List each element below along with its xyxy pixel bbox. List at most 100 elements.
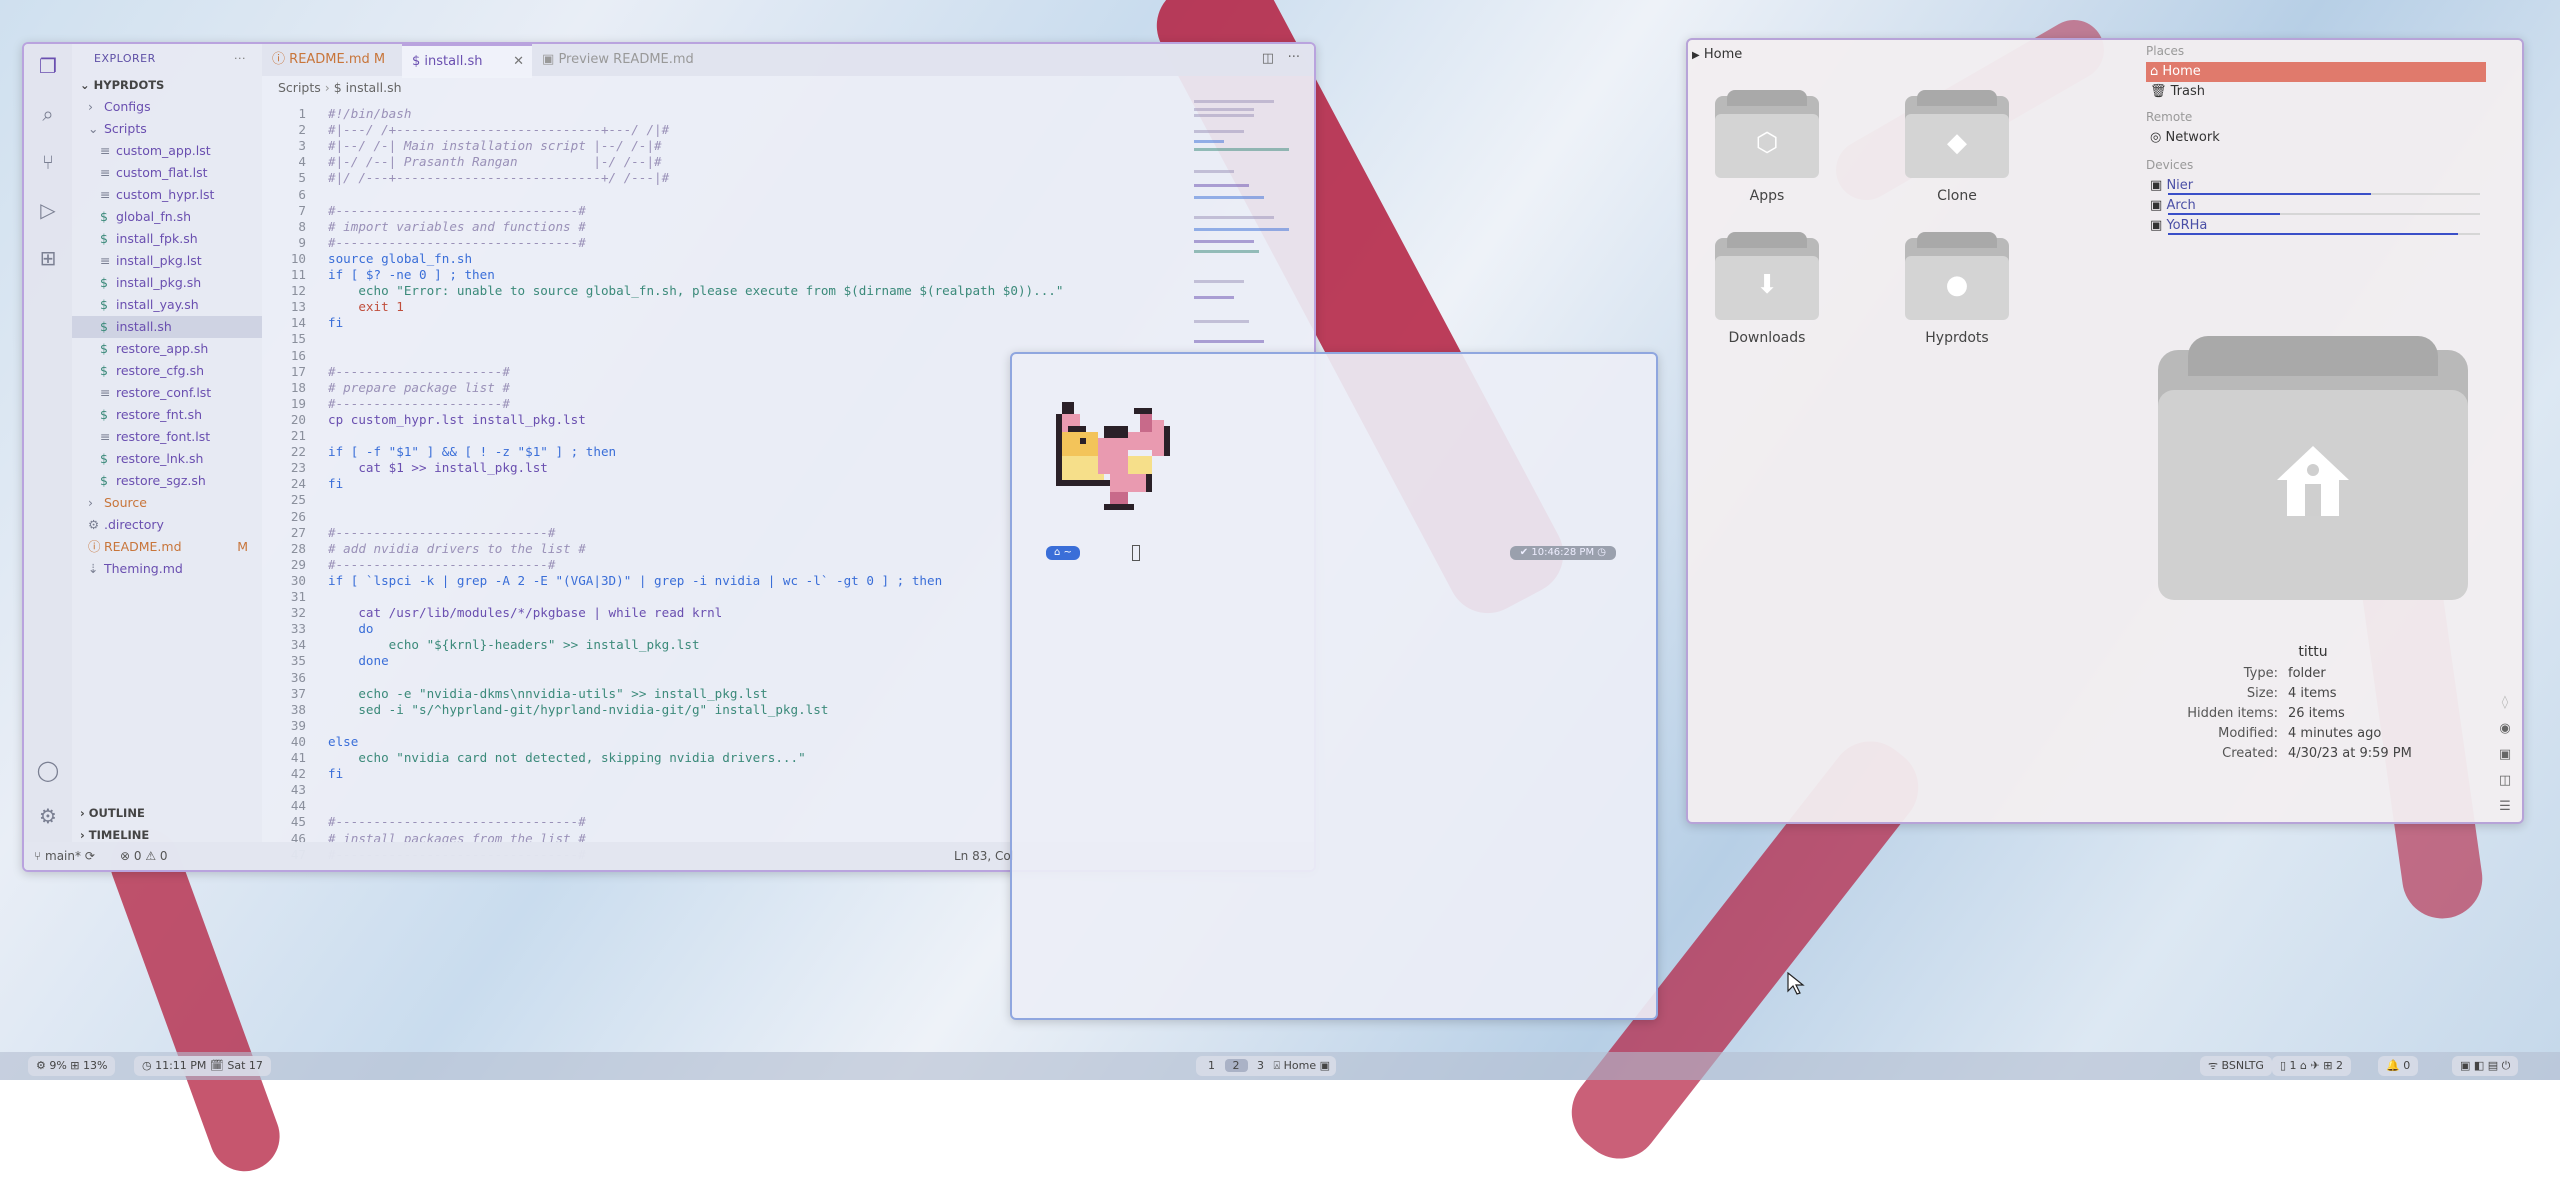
device-item[interactable]: ▣ Nier xyxy=(2146,176,2486,196)
tree-folder[interactable]: ⌄ Scripts xyxy=(72,118,262,140)
remote-item-network[interactable]: ◎ Network xyxy=(2146,128,2486,148)
clock-widget[interactable]: ◷ 11:11 PM 🗓 Sat 17 xyxy=(134,1056,271,1076)
tree-file[interactable]: $ install.sh xyxy=(72,316,262,338)
chevron-right-icon: › xyxy=(88,495,93,510)
tree-folder[interactable]: › Source xyxy=(72,492,262,514)
place-item-trash[interactable]: 🗑 Trash xyxy=(2146,82,2486,102)
folder-label: Downloads xyxy=(1728,330,1806,346)
split-view-icon[interactable]: ◫ xyxy=(2496,768,2514,794)
device-item[interactable]: ▣ Arch xyxy=(2146,196,2486,216)
bookmark-icon[interactable]: ◊ xyxy=(2496,690,2514,716)
folder-item[interactable]: ⬇ Downloads xyxy=(1712,232,1822,346)
tree-file[interactable]: ≡ custom_hypr.lst xyxy=(72,184,262,206)
folder-icon: ⬡ xyxy=(1715,90,1819,178)
more-actions-icon[interactable]: ··· xyxy=(234,44,246,74)
tree-file[interactable]: ≡ install_pkg.lst xyxy=(72,250,262,272)
new-folder-icon[interactable]: ▣ xyxy=(2496,742,2514,768)
info-label: Modified: xyxy=(2218,726,2278,741)
extensions-icon[interactable]: ⊞ xyxy=(36,246,60,270)
explorer-title: EXPLORER ··· xyxy=(72,44,262,74)
active-window-label[interactable]: ⍓ Home ▣ xyxy=(1274,1059,1330,1072)
tree-file[interactable]: $ restore_lnk.sh xyxy=(72,448,262,470)
outline-section[interactable]: › OUTLINE xyxy=(72,802,145,824)
explorer-icon[interactable]: ❐ xyxy=(36,54,60,78)
folder-item[interactable]: ● Hyprdots xyxy=(1902,232,2012,346)
problems-indicator[interactable]: ⊗ 0 ⚠ 0 xyxy=(120,842,168,870)
tab-preview-readme[interactable]: ▣ Preview README.md xyxy=(532,44,704,76)
tree-file[interactable]: $ install_yay.sh xyxy=(72,294,262,316)
code-line: #--------------------------------# xyxy=(328,202,586,218)
tree-file[interactable]: $ install_fpk.sh xyxy=(72,228,262,250)
list-view-icon[interactable]: ☰ xyxy=(2496,794,2514,820)
tree-file[interactable]: $ restore_sgz.sh xyxy=(72,470,262,492)
tree-file[interactable]: ⇣ Theming.md xyxy=(72,558,262,580)
code-line: exit 1 xyxy=(328,299,404,315)
tree-item-label: Source xyxy=(103,495,147,510)
network-widget[interactable]: ᯤ BSNLTG xyxy=(2200,1056,2272,1076)
tree-file[interactable]: ⚙ .directory xyxy=(72,514,262,536)
tree-item-label: restore_cfg.sh xyxy=(115,363,205,378)
tree-file[interactable]: ≡ restore_font.lst xyxy=(72,426,262,448)
terminal-window[interactable]: ⌂ ~ ✔ 10:46:28 PM ◷ xyxy=(1010,352,1658,1020)
run-debug-icon[interactable]: ▷ xyxy=(36,198,60,222)
code-line: #|/ /---+---------------------------+/ /… xyxy=(328,170,670,186)
workspace-3[interactable]: 3 xyxy=(1251,1059,1270,1072)
chevron-right-icon: › xyxy=(80,828,85,842)
tree-item-label: restore_fnt.sh xyxy=(115,407,203,422)
trash-icon: 🗑 xyxy=(2150,84,2167,99)
line-number: 18 xyxy=(290,379,306,395)
breadcrumb-item[interactable]: $ install.sh xyxy=(334,80,402,95)
cursor-position[interactable]: Ln 83, Col xyxy=(954,842,1014,870)
tree-file[interactable]: ≡ restore_conf.lst xyxy=(72,382,262,404)
tree-file[interactable]: $ restore_app.sh xyxy=(72,338,262,360)
source-control-icon[interactable]: ⑂ xyxy=(36,150,60,174)
folder-item[interactable]: ◆ Clone xyxy=(1902,90,2012,204)
info-value: 4 minutes ago xyxy=(2288,726,2382,741)
workspace-2[interactable]: 2 xyxy=(1224,1059,1248,1072)
list-file-icon: ≡ xyxy=(100,187,111,202)
tree-file[interactable]: $ global_fn.sh xyxy=(72,206,262,228)
tree-folder[interactable]: › Configs xyxy=(72,96,262,118)
close-icon[interactable]: ✕ xyxy=(513,46,524,78)
line-number: 36 xyxy=(290,669,306,685)
cpu-memory-widget[interactable]: ⚙ 9% ⊞ 13% xyxy=(28,1056,116,1076)
list-file-icon: ≡ xyxy=(100,429,111,444)
tree-file[interactable]: ⓘ README.md M xyxy=(72,536,262,558)
location-bar[interactable]: ▶ Home xyxy=(1692,44,1742,66)
tree-file[interactable]: $ restore_fnt.sh xyxy=(72,404,262,426)
code-line: #|---/ /+---------------------------+---… xyxy=(328,122,670,138)
tree-file[interactable]: $ install_pkg.sh xyxy=(72,272,262,294)
tree-file[interactable]: ≡ custom_flat.lst xyxy=(72,162,262,184)
line-number: 29 xyxy=(290,556,306,572)
info-label: Hidden items: xyxy=(2187,706,2278,721)
device-item[interactable]: ▣ YoRHa xyxy=(2146,216,2486,236)
tab-readme[interactable]: ⓘ README.md M xyxy=(262,44,395,76)
tree-file[interactable]: ≡ custom_app.lst xyxy=(72,140,262,162)
branch-indicator[interactable]: ⑂ main* ⟳ xyxy=(34,842,95,870)
folder-item[interactable]: ⬡ Apps xyxy=(1712,90,1822,204)
project-root[interactable]: ⌄ HYPRDOTS xyxy=(72,74,262,96)
line-number: 8 xyxy=(298,218,306,234)
power-menu[interactable]: ▣ ◧ ▤ ⏻ xyxy=(2452,1056,2519,1076)
place-item-home[interactable]: ⌂ Home xyxy=(2146,62,2486,82)
tree-file[interactable]: $ restore_cfg.sh xyxy=(72,360,262,382)
split-editor-icon[interactable]: ◫ xyxy=(1262,51,1274,66)
more-actions-icon[interactable]: ··· xyxy=(1288,50,1300,65)
line-number: 39 xyxy=(290,717,306,733)
places-title: Places xyxy=(2146,44,2185,58)
eye-icon[interactable]: ◉ xyxy=(2496,716,2514,742)
code-line: #!/bin/bash xyxy=(328,106,412,121)
notifications-button[interactable]: 🔔 0 xyxy=(2378,1056,2419,1076)
tab-install-sh[interactable]: $ install.sh ✕ xyxy=(402,44,532,78)
account-icon[interactable]: ◯ xyxy=(36,758,60,782)
system-tray[interactable]: ▯ 1 ⌂ ✈ ⊞ 2 xyxy=(2272,1056,2351,1076)
tree-item-label: custom_hypr.lst xyxy=(115,187,215,202)
line-number: 27 xyxy=(290,524,306,540)
search-icon[interactable]: ⌕ xyxy=(36,102,60,126)
git-icon: ◆ xyxy=(1947,128,1967,158)
folder-label: Clone xyxy=(1937,188,1977,204)
minimap[interactable] xyxy=(1194,100,1294,360)
settings-gear-icon[interactable]: ⚙ xyxy=(36,804,60,828)
breadcrumb-item[interactable]: Scripts xyxy=(278,80,321,95)
workspace-1[interactable]: 1 xyxy=(1202,1059,1221,1072)
